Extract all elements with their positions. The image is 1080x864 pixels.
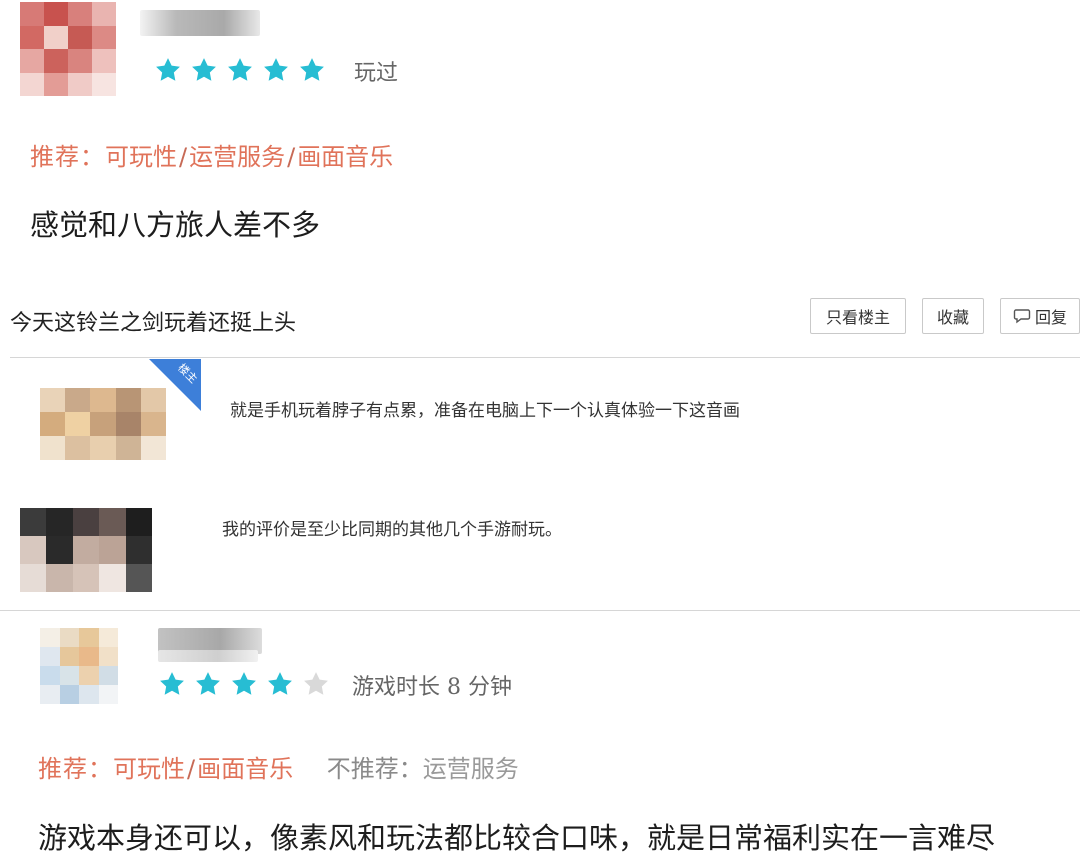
star-filled-icon	[300, 58, 324, 81]
star-empty-icon	[304, 672, 328, 695]
reply-text: 我的评价是至少比同期的其他几个手游耐玩。	[222, 520, 562, 540]
reply-avatar[interactable]	[20, 508, 152, 592]
recommend-tag: 画面音乐	[197, 755, 294, 783]
username-blurred[interactable]	[140, 10, 260, 36]
review-text: 感觉和八方旅人差不多	[30, 208, 321, 242]
reply-avatar[interactable]	[40, 388, 166, 460]
username-blurred	[158, 650, 258, 662]
tag-separator: /	[187, 755, 196, 783]
rating-stars	[158, 670, 330, 698]
reply-label: 回复	[1034, 308, 1067, 327]
star-filled-icon	[196, 672, 220, 695]
play-status: 玩过	[354, 61, 399, 86]
favorite-label: 收藏	[936, 308, 969, 327]
recommend-tag: 可玩性	[113, 755, 185, 783]
recommend-label: 推荐：	[30, 143, 105, 171]
recommend-tag: 可玩性	[105, 143, 177, 171]
reply-text: 就是手机玩着脖子有点累，准备在电脑上下一个认真体验一下这音画	[230, 401, 740, 421]
only-op-label: 只看楼主	[825, 308, 890, 327]
divider	[0, 610, 1080, 611]
recommend-tag: 运营服务	[189, 143, 286, 171]
user-avatar[interactable]	[20, 2, 116, 96]
tag-separator: /	[179, 143, 188, 171]
star-filled-icon	[156, 58, 180, 81]
star-filled-icon	[268, 672, 292, 695]
recommend-tag: 画面音乐	[297, 143, 394, 171]
star-filled-icon	[264, 58, 288, 81]
recommend-line: 推荐：可玩性/画面音乐 不推荐：运营服务	[38, 749, 519, 784]
star-filled-icon	[192, 58, 216, 81]
play-time: 游戏时长 8 分钟	[352, 675, 512, 700]
thread-title[interactable]: 今天这铃兰之剑玩着还挺上头	[10, 305, 296, 337]
not-recommend-label: 不推荐：	[326, 755, 423, 783]
favorite-button[interactable]: 收藏	[922, 298, 984, 334]
tag-separator: /	[287, 143, 296, 171]
recommend-label: 推荐：	[38, 755, 113, 783]
comment-icon	[1013, 309, 1031, 324]
only-op-button[interactable]: 只看楼主	[810, 298, 906, 334]
not-recommend-tag: 运营服务	[422, 755, 519, 783]
star-filled-icon	[232, 672, 256, 695]
review-text: 游戏本身还可以，像素风和玩法都比较合口味，就是日常福利实在一言难尽	[38, 821, 996, 855]
reply-button[interactable]: 回复	[1000, 298, 1080, 334]
star-filled-icon	[228, 58, 252, 81]
star-filled-icon	[160, 672, 184, 695]
rating-stars	[154, 56, 326, 84]
divider	[10, 357, 1080, 358]
recommend-line: 推荐：可玩性/运营服务/画面音乐	[30, 137, 393, 172]
user-avatar[interactable]	[40, 628, 118, 704]
